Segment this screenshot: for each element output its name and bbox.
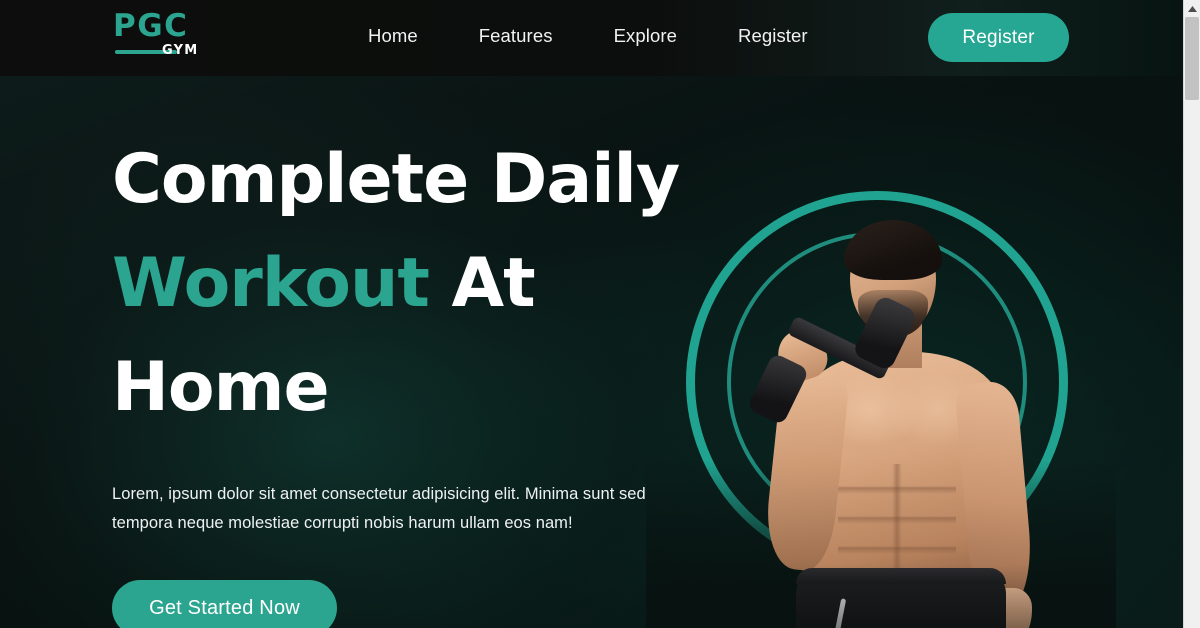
- nav-item-explore[interactable]: Explore: [614, 25, 677, 47]
- page-viewport: PGC GYM Home Features Explore Register R…: [0, 0, 1183, 628]
- hero-headline: Complete Daily Workout At Home: [112, 128, 712, 440]
- header-inner: PGC GYM Home Features Explore Register R…: [0, 0, 1183, 76]
- hero-headline-line-2: Workout At: [112, 232, 712, 336]
- logo-subtitle: GYM: [162, 43, 199, 58]
- nav-item-features[interactable]: Features: [479, 25, 553, 47]
- browser-screen: PGC GYM Home Features Explore Register R…: [0, 0, 1200, 628]
- main-navigation: Home Features Explore Register: [368, 25, 808, 47]
- athlete-hair: [844, 220, 942, 280]
- hero-paragraph: Lorem, ipsum dolor sit amet consectetur …: [112, 485, 646, 532]
- hero-headline-accent: Workout: [112, 244, 430, 323]
- hero-headline-line-2-rest: At: [428, 244, 536, 323]
- scroll-up-arrow-icon[interactable]: [1184, 0, 1200, 17]
- hero-copy: Complete Daily Workout At Home Lorem, ip…: [112, 128, 712, 628]
- hero-headline-line-1: Complete Daily: [112, 140, 680, 219]
- nav-item-home[interactable]: Home: [368, 25, 418, 47]
- hero-headline-line-3: Home: [112, 348, 330, 427]
- get-started-button[interactable]: Get Started Now: [112, 580, 337, 628]
- header-register-button[interactable]: Register: [928, 13, 1069, 62]
- athlete-bottom-fade: [670, 564, 1110, 628]
- hero-section: Complete Daily Workout At Home Lorem, ip…: [0, 76, 1183, 628]
- site-header: PGC GYM Home Features Explore Register R…: [0, 0, 1183, 76]
- nav-item-register[interactable]: Register: [738, 25, 808, 47]
- logo-wordmark: PGC: [113, 8, 189, 44]
- athlete-abs: [838, 464, 956, 580]
- hero-athlete-image: [670, 212, 1110, 628]
- scrollbar-thumb[interactable]: [1185, 17, 1199, 100]
- vertical-scrollbar[interactable]: [1183, 0, 1200, 628]
- brand-logo[interactable]: PGC GYM: [113, 11, 205, 65]
